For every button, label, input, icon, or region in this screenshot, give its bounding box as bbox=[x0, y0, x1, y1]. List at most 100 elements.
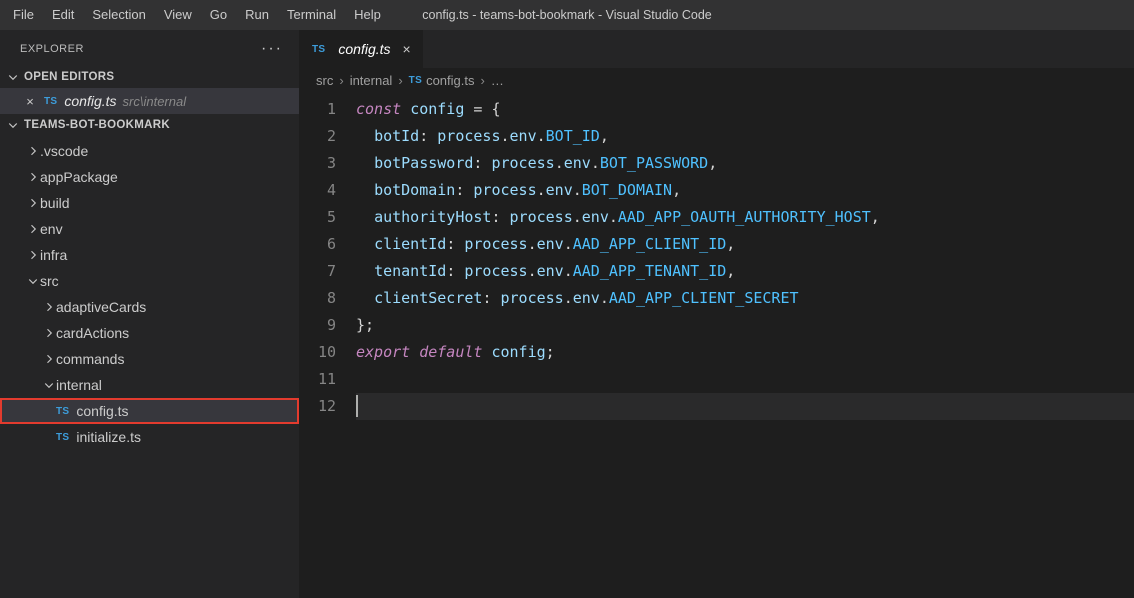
tree-item-label: build bbox=[40, 195, 70, 211]
file-item[interactable]: TSinitialize.ts bbox=[0, 424, 299, 450]
tree-item-label: .vscode bbox=[40, 143, 88, 159]
close-icon[interactable]: × bbox=[22, 94, 38, 109]
code-line[interactable]: clientId: process.env.AAD_APP_CLIENT_ID, bbox=[356, 231, 1134, 258]
menu-view[interactable]: View bbox=[155, 0, 201, 30]
line-number: 4 bbox=[300, 177, 336, 204]
code-line[interactable]: }; bbox=[356, 312, 1134, 339]
explorer-more-icon[interactable]: ··· bbox=[261, 40, 283, 58]
code-line[interactable]: export default config; bbox=[356, 339, 1134, 366]
code-line[interactable]: botDomain: process.env.BOT_DOMAIN, bbox=[356, 177, 1134, 204]
folder-item[interactable]: adaptiveCards bbox=[0, 294, 299, 320]
code-editor[interactable]: 123456789101112 const config = { botId: … bbox=[300, 94, 1134, 598]
menu-edit[interactable]: Edit bbox=[43, 0, 83, 30]
code-line[interactable]: clientSecret: process.env.AAD_APP_CLIENT… bbox=[356, 285, 1134, 312]
menu-run[interactable]: Run bbox=[236, 0, 278, 30]
code-line[interactable]: authorityHost: process.env.AAD_APP_OAUTH… bbox=[356, 204, 1134, 231]
ts-file-icon: TS bbox=[312, 44, 325, 55]
tree-item-label: env bbox=[40, 221, 63, 237]
line-number: 6 bbox=[300, 231, 336, 258]
line-number: 8 bbox=[300, 285, 336, 312]
workspace-section[interactable]: TEAMS-BOT-BOOKMARK bbox=[0, 114, 299, 136]
chevron-right-icon bbox=[26, 144, 40, 158]
chevron-down-icon bbox=[6, 70, 20, 84]
file-tree: .vscode appPackage build env infra src adaptiv… bbox=[0, 136, 299, 450]
text-cursor bbox=[356, 395, 358, 417]
folder-item[interactable]: commands bbox=[0, 346, 299, 372]
folder-item[interactable]: appPackage bbox=[0, 164, 299, 190]
chevron-down-icon bbox=[42, 378, 56, 392]
menu-bar: FileEditSelectionViewGoRunTerminalHelp c… bbox=[0, 0, 1134, 30]
current-line-highlight bbox=[356, 393, 1134, 420]
tree-item-label: src bbox=[40, 273, 59, 289]
ts-file-icon: TS bbox=[44, 96, 57, 107]
main-area: EXPLORER ··· OPEN EDITORS × TS config.ts… bbox=[0, 30, 1134, 598]
menu-terminal[interactable]: Terminal bbox=[278, 0, 345, 30]
chevron-right-icon: › bbox=[480, 73, 484, 88]
folder-item[interactable]: env bbox=[0, 216, 299, 242]
menu-file[interactable]: File bbox=[4, 0, 43, 30]
workspace-label: TEAMS-BOT-BOOKMARK bbox=[24, 119, 170, 131]
menu-go[interactable]: Go bbox=[201, 0, 236, 30]
tree-item-label: adaptiveCards bbox=[56, 299, 146, 315]
chevron-down-icon bbox=[26, 274, 40, 288]
line-number: 9 bbox=[300, 312, 336, 339]
folder-item[interactable]: src bbox=[0, 268, 299, 294]
breadcrumb-segment[interactable]: internal bbox=[350, 73, 393, 88]
folder-item[interactable]: internal bbox=[0, 372, 299, 398]
folder-item[interactable]: cardActions bbox=[0, 320, 299, 346]
tab-bar: TS config.ts × bbox=[300, 30, 1134, 68]
folder-item[interactable]: infra bbox=[0, 242, 299, 268]
folder-item[interactable]: .vscode bbox=[0, 138, 299, 164]
line-number: 11 bbox=[300, 366, 336, 393]
code-line[interactable]: tenantId: process.env.AAD_APP_TENANT_ID, bbox=[356, 258, 1134, 285]
open-editor-item[interactable]: × TS config.ts src\internal bbox=[0, 88, 299, 114]
tree-item-label: config.ts bbox=[76, 403, 128, 419]
tree-item-label: internal bbox=[56, 377, 102, 393]
tab-filename: config.ts bbox=[338, 41, 390, 57]
code-line[interactable]: const config = { bbox=[356, 96, 1134, 123]
editor-area: TS config.ts × src › internal › TS confi… bbox=[300, 30, 1134, 598]
chevron-down-icon bbox=[6, 118, 20, 132]
folder-item[interactable]: build bbox=[0, 190, 299, 216]
menu-help[interactable]: Help bbox=[345, 0, 390, 30]
chevron-right-icon bbox=[26, 196, 40, 210]
chevron-right-icon: › bbox=[398, 73, 402, 88]
code-content[interactable]: const config = { botId: process.env.BOT_… bbox=[356, 96, 1134, 598]
breadcrumb-file[interactable]: config.ts bbox=[426, 73, 474, 88]
breadcrumb[interactable]: src › internal › TS config.ts › … bbox=[300, 68, 1134, 94]
ts-file-icon: TS bbox=[409, 75, 422, 86]
line-number: 5 bbox=[300, 204, 336, 231]
line-number: 10 bbox=[300, 339, 336, 366]
chevron-right-icon bbox=[42, 352, 56, 366]
editor-tab[interactable]: TS config.ts × bbox=[300, 30, 424, 68]
chevron-right-icon bbox=[42, 300, 56, 314]
line-number: 1 bbox=[300, 96, 336, 123]
line-number: 2 bbox=[300, 123, 336, 150]
chevron-right-icon bbox=[26, 170, 40, 184]
breadcrumb-tail[interactable]: … bbox=[491, 73, 504, 88]
explorer-header: EXPLORER ··· bbox=[0, 30, 299, 66]
line-number: 7 bbox=[300, 258, 336, 285]
explorer-title: EXPLORER bbox=[20, 43, 84, 55]
open-editor-filename: config.ts bbox=[64, 93, 116, 109]
menu-selection[interactable]: Selection bbox=[83, 0, 154, 30]
close-icon[interactable]: × bbox=[403, 41, 411, 57]
open-editors-section[interactable]: OPEN EDITORS bbox=[0, 66, 299, 88]
code-line[interactable]: botPassword: process.env.BOT_PASSWORD, bbox=[356, 150, 1134, 177]
open-editor-path: src\internal bbox=[123, 94, 187, 109]
code-line[interactable]: botId: process.env.BOT_ID, bbox=[356, 123, 1134, 150]
line-number: 12 bbox=[300, 393, 336, 420]
tree-item-label: commands bbox=[56, 351, 124, 367]
ts-file-icon: TS bbox=[56, 406, 69, 417]
line-number-gutter: 123456789101112 bbox=[300, 96, 356, 598]
chevron-right-icon bbox=[42, 326, 56, 340]
chevron-right-icon: › bbox=[339, 73, 343, 88]
open-editors-label: OPEN EDITORS bbox=[24, 71, 114, 83]
tree-item-label: cardActions bbox=[56, 325, 129, 341]
ts-file-icon: TS bbox=[56, 432, 69, 443]
line-number: 3 bbox=[300, 150, 336, 177]
file-item[interactable]: TS config.ts bbox=[0, 398, 299, 424]
tree-item-label: appPackage bbox=[40, 169, 118, 185]
breadcrumb-segment[interactable]: src bbox=[316, 73, 333, 88]
chevron-right-icon bbox=[26, 248, 40, 262]
